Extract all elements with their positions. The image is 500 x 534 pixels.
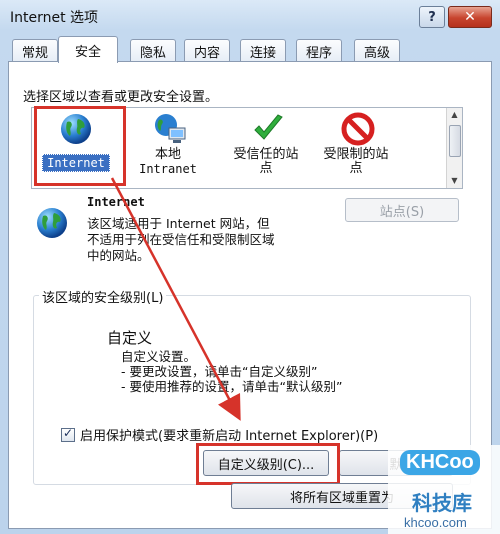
tab-security[interactable]: 安全 <box>58 36 118 63</box>
watermark-name: 科技库 <box>412 491 472 515</box>
dialog-window: Internet 选项 ? ✕ 常规 安全 隐私 内容 连接 程序 高级 选择区… <box>0 0 500 534</box>
watermark: KHCoo 科技库 khcoo.com <box>388 445 500 534</box>
watermark-logo: KHCoo <box>400 450 480 475</box>
watermark-url: khcoo.com <box>404 515 467 530</box>
